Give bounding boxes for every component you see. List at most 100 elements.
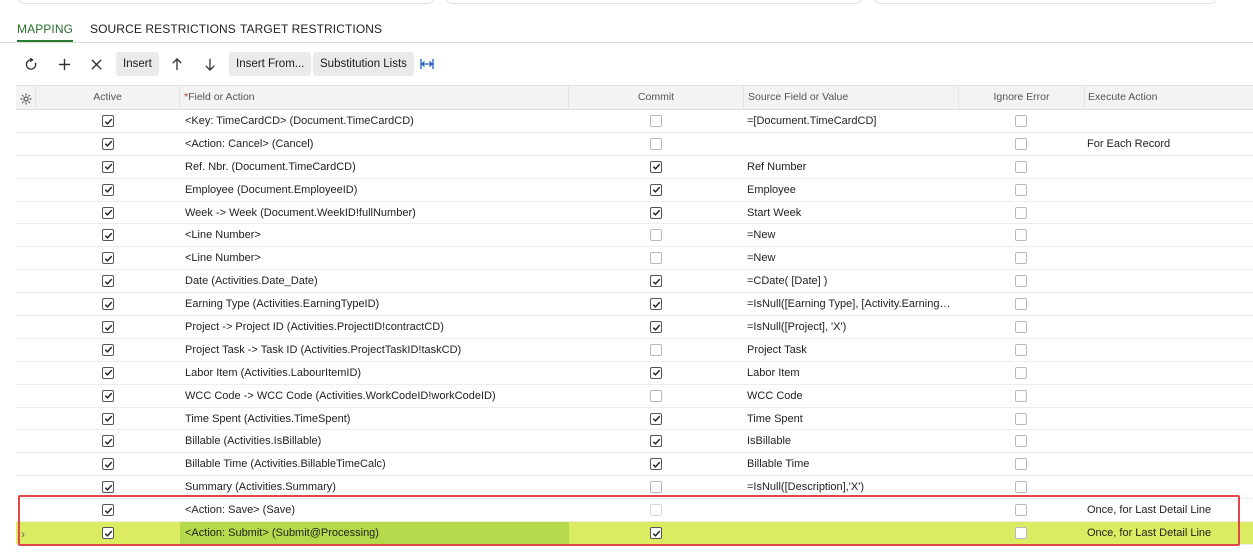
execute-action-cell[interactable]: Once, for Last Detail Line bbox=[1085, 499, 1253, 521]
execute-action-cell[interactable] bbox=[1085, 247, 1253, 269]
commit-checkbox[interactable] bbox=[650, 321, 662, 334]
active-checkbox[interactable] bbox=[102, 115, 114, 127]
column-header-ignore-error[interactable]: Ignore Error bbox=[959, 86, 1085, 110]
ignore-error-checkbox[interactable] bbox=[1015, 412, 1027, 425]
field-cell[interactable]: Employee (Document.EmployeeID) bbox=[180, 179, 569, 201]
commit-checkbox[interactable] bbox=[650, 275, 662, 288]
execute-action-cell[interactable] bbox=[1085, 430, 1253, 452]
execute-action-cell[interactable] bbox=[1085, 270, 1253, 292]
table-row[interactable]: Time Spent (Activities.TimeSpent) Time Sp… bbox=[16, 408, 1253, 431]
field-cell[interactable]: Ref. Nbr. (Document.TimeCardCD) bbox=[180, 156, 569, 178]
table-row[interactable]: Employee (Document.EmployeeID) Employee bbox=[16, 179, 1253, 202]
commit-checkbox[interactable] bbox=[650, 115, 662, 127]
active-checkbox[interactable] bbox=[102, 504, 114, 517]
active-checkbox[interactable] bbox=[102, 435, 114, 448]
ignore-error-checkbox[interactable] bbox=[1015, 321, 1027, 334]
source-cell[interactable]: =IsNull([Project], 'X') bbox=[744, 316, 954, 338]
execute-action-cell[interactable] bbox=[1085, 224, 1253, 246]
field-cell[interactable]: Date (Activities.Date_Date) bbox=[180, 270, 569, 292]
tab-target-restrictions[interactable]: TARGET RESTRICTIONS bbox=[240, 22, 382, 36]
execute-action-cell[interactable] bbox=[1085, 453, 1253, 475]
execute-action-cell[interactable] bbox=[1085, 385, 1253, 407]
column-header-commit[interactable]: Commit bbox=[569, 86, 744, 110]
source-cell[interactable]: =IsNull([Earning Type], [Activity.Earnin… bbox=[744, 293, 954, 315]
table-row[interactable]: <Line Number> =New bbox=[16, 247, 1253, 271]
fit-columns-icon[interactable] bbox=[415, 51, 439, 77]
ignore-error-checkbox[interactable] bbox=[1015, 160, 1027, 173]
source-cell[interactable]: =New bbox=[744, 224, 954, 246]
source-cell[interactable]: =IsNull([Description],'X') bbox=[744, 476, 954, 498]
table-row[interactable]: Earning Type (Activities.EarningTypeID) =… bbox=[16, 293, 1253, 317]
ignore-error-checkbox[interactable] bbox=[1015, 137, 1027, 150]
table-row[interactable]: Billable Time (Activities.BillableTimeCa… bbox=[16, 453, 1253, 477]
execute-action-cell[interactable] bbox=[1085, 202, 1253, 224]
refresh-icon[interactable] bbox=[19, 51, 43, 77]
source-cell[interactable]: Ref Number bbox=[744, 156, 954, 178]
source-cell[interactable]: Employee bbox=[744, 179, 954, 201]
table-row[interactable]: Labor Item (Activities.LabourItemID) Labo… bbox=[16, 362, 1253, 385]
execute-action-cell[interactable] bbox=[1085, 408, 1253, 430]
source-cell[interactable] bbox=[744, 133, 954, 155]
source-cell[interactable] bbox=[744, 499, 954, 521]
arrow-up-icon[interactable] bbox=[165, 51, 189, 77]
source-cell[interactable]: Start Week bbox=[744, 202, 954, 224]
ignore-error-checkbox[interactable] bbox=[1015, 458, 1027, 471]
commit-checkbox[interactable] bbox=[650, 389, 662, 402]
source-cell[interactable]: Project Task bbox=[744, 339, 954, 361]
commit-checkbox[interactable] bbox=[650, 366, 662, 379]
table-row[interactable]: WCC Code -> WCC Code (Activities.WorkCod… bbox=[16, 385, 1253, 408]
active-checkbox[interactable] bbox=[102, 229, 114, 242]
ignore-error-checkbox[interactable] bbox=[1015, 366, 1027, 379]
commit-checkbox[interactable] bbox=[650, 252, 662, 265]
field-cell[interactable]: Billable (Activities.IsBillable) bbox=[180, 430, 569, 452]
field-cell[interactable]: Time Spent (Activities.TimeSpent) bbox=[180, 408, 569, 430]
execute-action-cell[interactable]: For Each Record bbox=[1085, 133, 1253, 155]
table-row[interactable]: Project -> Project ID (Activities.Projec… bbox=[16, 316, 1253, 339]
source-cell[interactable] bbox=[744, 522, 954, 544]
commit-checkbox[interactable] bbox=[650, 298, 662, 311]
ignore-error-checkbox[interactable] bbox=[1015, 115, 1027, 127]
active-checkbox[interactable] bbox=[102, 298, 114, 311]
execute-action-cell[interactable] bbox=[1085, 156, 1253, 178]
commit-checkbox[interactable] bbox=[650, 206, 662, 219]
active-checkbox[interactable] bbox=[102, 137, 114, 150]
field-cell[interactable]: <Action: Cancel> (Cancel) bbox=[180, 133, 569, 155]
field-cell[interactable]: Earning Type (Activities.EarningTypeID) bbox=[180, 293, 569, 315]
delete-icon[interactable] bbox=[84, 51, 108, 77]
table-row[interactable]: › <Action: Submit> (Submit@Processing) Onc… bbox=[16, 522, 1253, 545]
active-checkbox[interactable] bbox=[102, 458, 114, 471]
commit-checkbox[interactable] bbox=[650, 481, 662, 494]
source-cell[interactable]: =CDate( [Date] ) bbox=[744, 270, 954, 292]
execute-action-cell[interactable] bbox=[1085, 110, 1253, 132]
field-cell[interactable]: <Line Number> bbox=[180, 247, 569, 269]
ignore-error-checkbox[interactable] bbox=[1015, 481, 1027, 494]
substitution-lists-button[interactable]: Substitution Lists bbox=[313, 52, 414, 76]
execute-action-cell[interactable] bbox=[1085, 339, 1253, 361]
table-row[interactable]: Ref. Nbr. (Document.TimeCardCD) Ref Numbe… bbox=[16, 156, 1253, 179]
table-row[interactable]: Date (Activities.Date_Date) =CDate( [Date… bbox=[16, 270, 1253, 294]
ignore-error-checkbox[interactable] bbox=[1015, 183, 1027, 196]
execute-action-cell[interactable] bbox=[1085, 293, 1253, 315]
active-checkbox[interactable] bbox=[102, 275, 114, 288]
field-cell[interactable]: <Action: Save> (Save) bbox=[180, 499, 569, 521]
active-checkbox[interactable] bbox=[102, 343, 114, 356]
commit-checkbox[interactable] bbox=[650, 504, 662, 517]
ignore-error-checkbox[interactable] bbox=[1015, 435, 1027, 448]
source-cell[interactable]: =New bbox=[744, 247, 954, 269]
field-cell[interactable]: WCC Code -> WCC Code (Activities.WorkCod… bbox=[180, 385, 569, 407]
ignore-error-checkbox[interactable] bbox=[1015, 298, 1027, 311]
ignore-error-checkbox[interactable] bbox=[1015, 527, 1027, 540]
insert-button[interactable]: Insert bbox=[116, 52, 159, 76]
column-header-execute-action[interactable]: Execute Action bbox=[1085, 86, 1253, 110]
tab-source-restrictions[interactable]: SOURCE RESTRICTIONS bbox=[90, 22, 236, 36]
active-checkbox[interactable] bbox=[102, 366, 114, 379]
commit-checkbox[interactable] bbox=[650, 412, 662, 425]
field-cell[interactable]: <Line Number> bbox=[180, 224, 569, 246]
ignore-error-checkbox[interactable] bbox=[1015, 252, 1027, 265]
tab-mapping[interactable]: MAPPING bbox=[17, 22, 74, 42]
table-row[interactable]: <Line Number> =New bbox=[16, 224, 1253, 248]
ignore-error-checkbox[interactable] bbox=[1015, 206, 1027, 219]
field-cell[interactable]: Labor Item (Activities.LabourItemID) bbox=[180, 362, 569, 384]
execute-action-cell[interactable] bbox=[1085, 316, 1253, 338]
execute-action-cell[interactable]: Once, for Last Detail Line bbox=[1085, 522, 1253, 544]
